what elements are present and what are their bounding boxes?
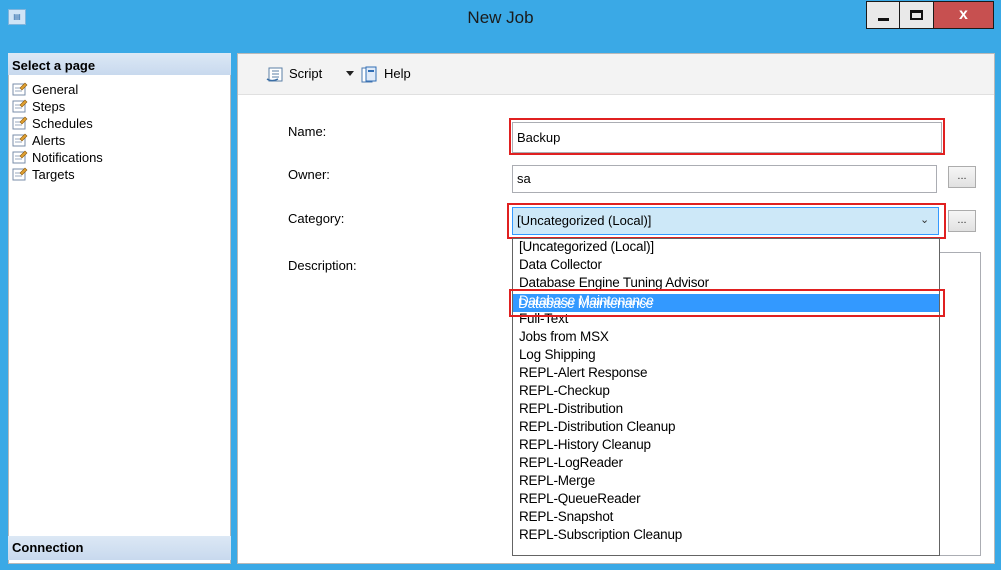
wrench-page-icon [12, 150, 28, 164]
page-item-label: General [32, 82, 79, 97]
script-button[interactable]: Script [289, 66, 322, 81]
name-highlight-box [509, 118, 945, 155]
page-item-label: Steps [32, 99, 66, 114]
category-label: Category: [288, 211, 345, 226]
select-page-label: Select a page [12, 58, 96, 73]
maximize-button[interactable] [900, 1, 934, 29]
category-option[interactable]: Log Shipping [519, 346, 596, 363]
category-option[interactable]: REPL-Distribution Cleanup [519, 418, 676, 435]
category-option[interactable]: REPL-History Cleanup [519, 436, 651, 453]
category-option[interactable]: Database Maintenance [519, 292, 654, 309]
page-item-label: Alerts [32, 133, 66, 148]
name-label: Name: [288, 124, 327, 139]
page-item-label: Notifications [32, 150, 103, 165]
category-highlight-box [507, 203, 946, 239]
owner-field[interactable]: sa [512, 165, 937, 193]
help-icon[interactable] [360, 66, 378, 84]
category-option[interactable]: REPL-Distribution [519, 400, 623, 417]
category-browse-button[interactable]: ... [948, 210, 976, 232]
minimize-icon [878, 18, 889, 21]
category-option[interactable]: REPL-LogReader [519, 454, 623, 471]
script-icon[interactable] [266, 67, 284, 83]
close-button[interactable]: x [934, 1, 994, 29]
page-item-label: Targets [32, 167, 75, 182]
category-option[interactable]: REPL-Checkup [519, 382, 610, 399]
category-option[interactable]: REPL-Snapshot [519, 508, 613, 525]
owner-browse-button[interactable]: ... [948, 166, 976, 188]
wrench-page-icon [12, 116, 28, 130]
owner-label: Owner: [288, 167, 330, 182]
help-button[interactable]: Help [384, 66, 411, 81]
category-option[interactable]: [Uncategorized (Local)] [519, 239, 654, 255]
minimize-button[interactable] [866, 1, 900, 29]
close-icon: x [959, 6, 968, 23]
wrench-page-icon [12, 99, 28, 113]
category-option[interactable]: Jobs from MSX [519, 328, 609, 345]
chevron-down-icon[interactable] [346, 71, 354, 76]
toolbar-divider [238, 94, 994, 95]
description-label: Description: [288, 258, 357, 273]
wrench-page-icon [12, 133, 28, 147]
category-option[interactable]: REPL-Merge [519, 472, 595, 489]
window-title: New Job [467, 8, 534, 27]
category-option[interactable]: REPL-Alert Response [519, 364, 647, 381]
connection-label: Connection [12, 540, 84, 555]
category-dropdown-list[interactable]: [Uncategorized (Local)] Data Collector Dat… [512, 238, 940, 556]
wrench-page-icon [12, 167, 28, 181]
maximize-icon [910, 10, 923, 20]
category-option[interactable]: Data Collector [519, 256, 602, 273]
category-option[interactable]: REPL-QueueReader [519, 490, 641, 507]
page-item-label: Schedules [32, 116, 93, 131]
wrench-page-icon [12, 82, 28, 96]
category-option[interactable]: REPL-Subscription Cleanup [519, 526, 682, 543]
